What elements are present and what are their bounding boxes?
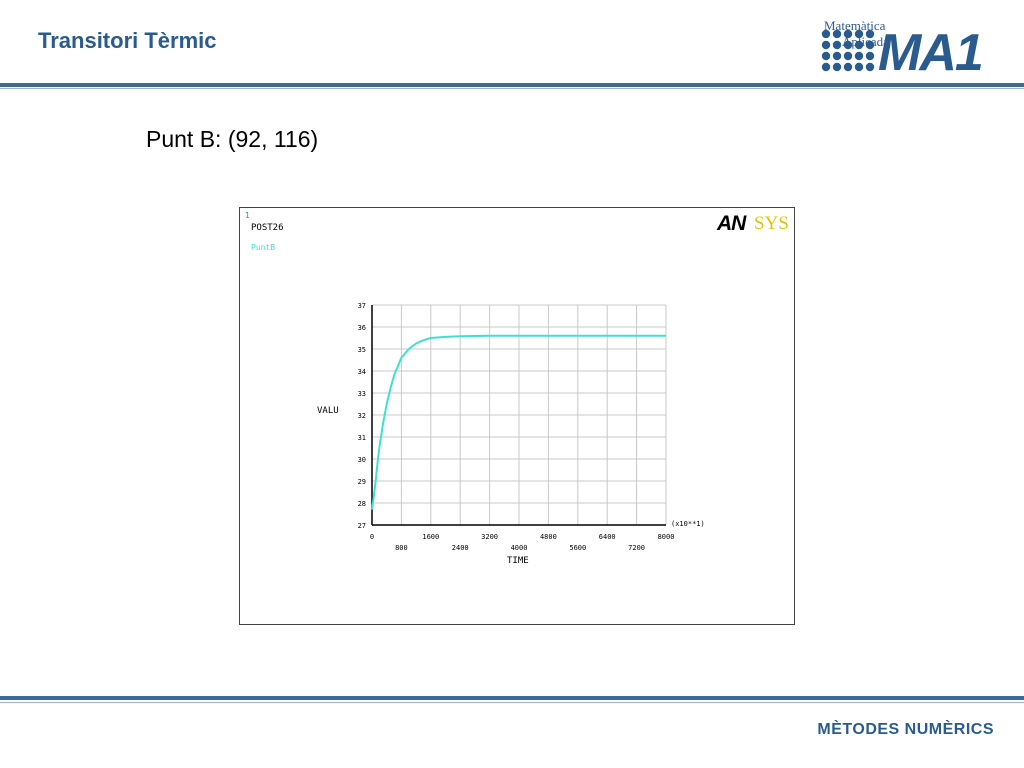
y-tick-label: 29 [358, 478, 366, 486]
logo-dot [854, 62, 864, 72]
post-label: POST26 [251, 223, 284, 233]
logo-dot [865, 51, 875, 61]
logo-dot [843, 51, 853, 61]
y-tick-label: 30 [358, 456, 366, 464]
logo-dot [832, 62, 842, 72]
x-tick-label: 5600 [569, 544, 586, 552]
y-tick-label: 34 [358, 368, 366, 376]
logo-dot [821, 51, 831, 61]
x-tick-label: 0 [370, 533, 374, 541]
y-axis-label: VALU [317, 406, 339, 416]
footer-rule [0, 696, 1024, 700]
logo-dot [821, 40, 831, 50]
plot-canvas: 1 POST26 PuntB AN SYS 27 28 29 30 31 32 33 34 35… [245, 211, 789, 566]
logo: Matemàtica Aplicada MA1 [812, 12, 1002, 82]
logo-dot [843, 62, 853, 72]
y-tick-label: 33 [358, 390, 366, 398]
x-axis-label: TIME [507, 556, 529, 566]
logo-dot [832, 40, 842, 50]
logo-mark: MA1 [878, 24, 982, 74]
window-number: 1 [245, 211, 250, 220]
brand-left: AN [716, 212, 747, 235]
x-tick-label: 2400 [452, 544, 469, 552]
x-tick-label: 7200 [628, 544, 645, 552]
logo-line1: Matemàtica [824, 18, 886, 33]
logo-dot [854, 51, 864, 61]
chart-layer: 27 28 29 30 31 32 33 34 35 36 37 0 1600 3200 4800 6400 8… [317, 302, 705, 566]
y-tick-label: 32 [358, 412, 366, 420]
variable-label: PuntB [251, 243, 275, 252]
x-tick-label: 4000 [511, 544, 528, 552]
x-tick-label: 8000 [658, 533, 675, 541]
footer-text: MÈTODES NUMÈRICS [817, 721, 994, 738]
logo-dot [821, 62, 831, 72]
y-tick-label: 35 [358, 346, 366, 354]
slide-title: Transitori Tèrmic [38, 28, 217, 53]
x-tick-label: 4800 [540, 533, 557, 541]
logo-dot [832, 51, 842, 61]
x-multiplier-label: (x10**1) [671, 520, 705, 528]
x-tick-label: 800 [395, 544, 408, 552]
brand-right: SYS [754, 213, 789, 234]
ansys-plot-window: 1 POST26 PuntB AN SYS 27 28 29 30 31 32 33 34 35… [239, 207, 795, 625]
logo-graphic: Matemàtica Aplicada MA1 [821, 18, 984, 82]
x-tick-label: 1600 [422, 533, 439, 541]
point-subtitle: Punt B: (92, 116) [146, 126, 319, 152]
y-tick-label: 28 [358, 500, 366, 508]
header-rule [0, 83, 1024, 87]
footer-rule-thin [0, 702, 1024, 703]
header-rule-thin [0, 88, 1024, 89]
y-tick-label: 36 [358, 324, 366, 332]
y-tick-label: 27 [358, 522, 366, 530]
logo-dot [865, 62, 875, 72]
x-tick-label: 3200 [481, 533, 498, 541]
y-tick-label: 31 [358, 434, 366, 442]
y-tick-label: 37 [358, 302, 366, 310]
x-tick-label: 6400 [599, 533, 616, 541]
